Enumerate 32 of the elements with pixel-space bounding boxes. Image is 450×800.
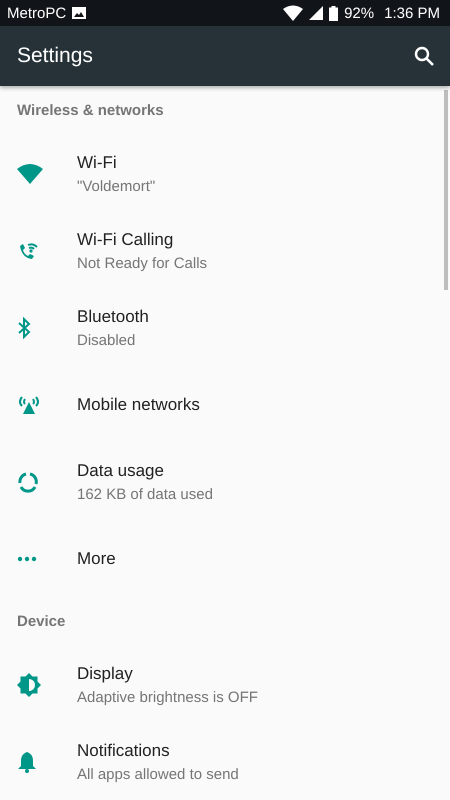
setting-title[interactable]: More (77, 548, 116, 568)
more-icon (17, 556, 37, 562)
antenna-icon (17, 394, 41, 416)
clock: 1:36 PM (384, 4, 440, 22)
setting-title[interactable]: Display (77, 664, 258, 684)
battery-icon (329, 6, 338, 20)
brightness-icon (17, 672, 41, 696)
setting-title[interactable]: Wi-Fi (77, 152, 156, 172)
cell-signal-icon (309, 6, 324, 20)
setting-summary: All apps allowed to send (77, 766, 239, 782)
setting-title[interactable]: Notifications (77, 740, 239, 760)
section-header: Device (17, 613, 66, 630)
search-button[interactable] (414, 46, 434, 66)
section-header: Wireless & networks (17, 102, 164, 119)
carrier-name: MetroPC (7, 4, 66, 22)
data-usage-icon (17, 470, 39, 492)
bluetooth-icon (17, 316, 31, 338)
wifi-icon (17, 164, 43, 184)
setting-title[interactable]: Data usage (77, 460, 213, 480)
image-icon (72, 7, 86, 19)
setting-summary: Disabled (77, 332, 136, 348)
setting-summary: 162 KB of data used (77, 486, 213, 502)
battery-percentage: 92% (344, 4, 374, 22)
setting-title[interactable]: Wi-Fi Calling (77, 230, 208, 250)
setting-summary: "Voldemort" (77, 178, 156, 194)
setting-summary: Adaptive brightness is OFF (77, 688, 258, 706)
setting-summary: Not Ready for Calls (77, 254, 208, 272)
setting-title[interactable]: Bluetooth (77, 306, 149, 326)
screen-title: Settings (17, 44, 94, 68)
setting-title[interactable]: Mobile networks (77, 394, 200, 414)
bell-icon (17, 750, 37, 772)
wifi-signal-icon (283, 5, 304, 21)
